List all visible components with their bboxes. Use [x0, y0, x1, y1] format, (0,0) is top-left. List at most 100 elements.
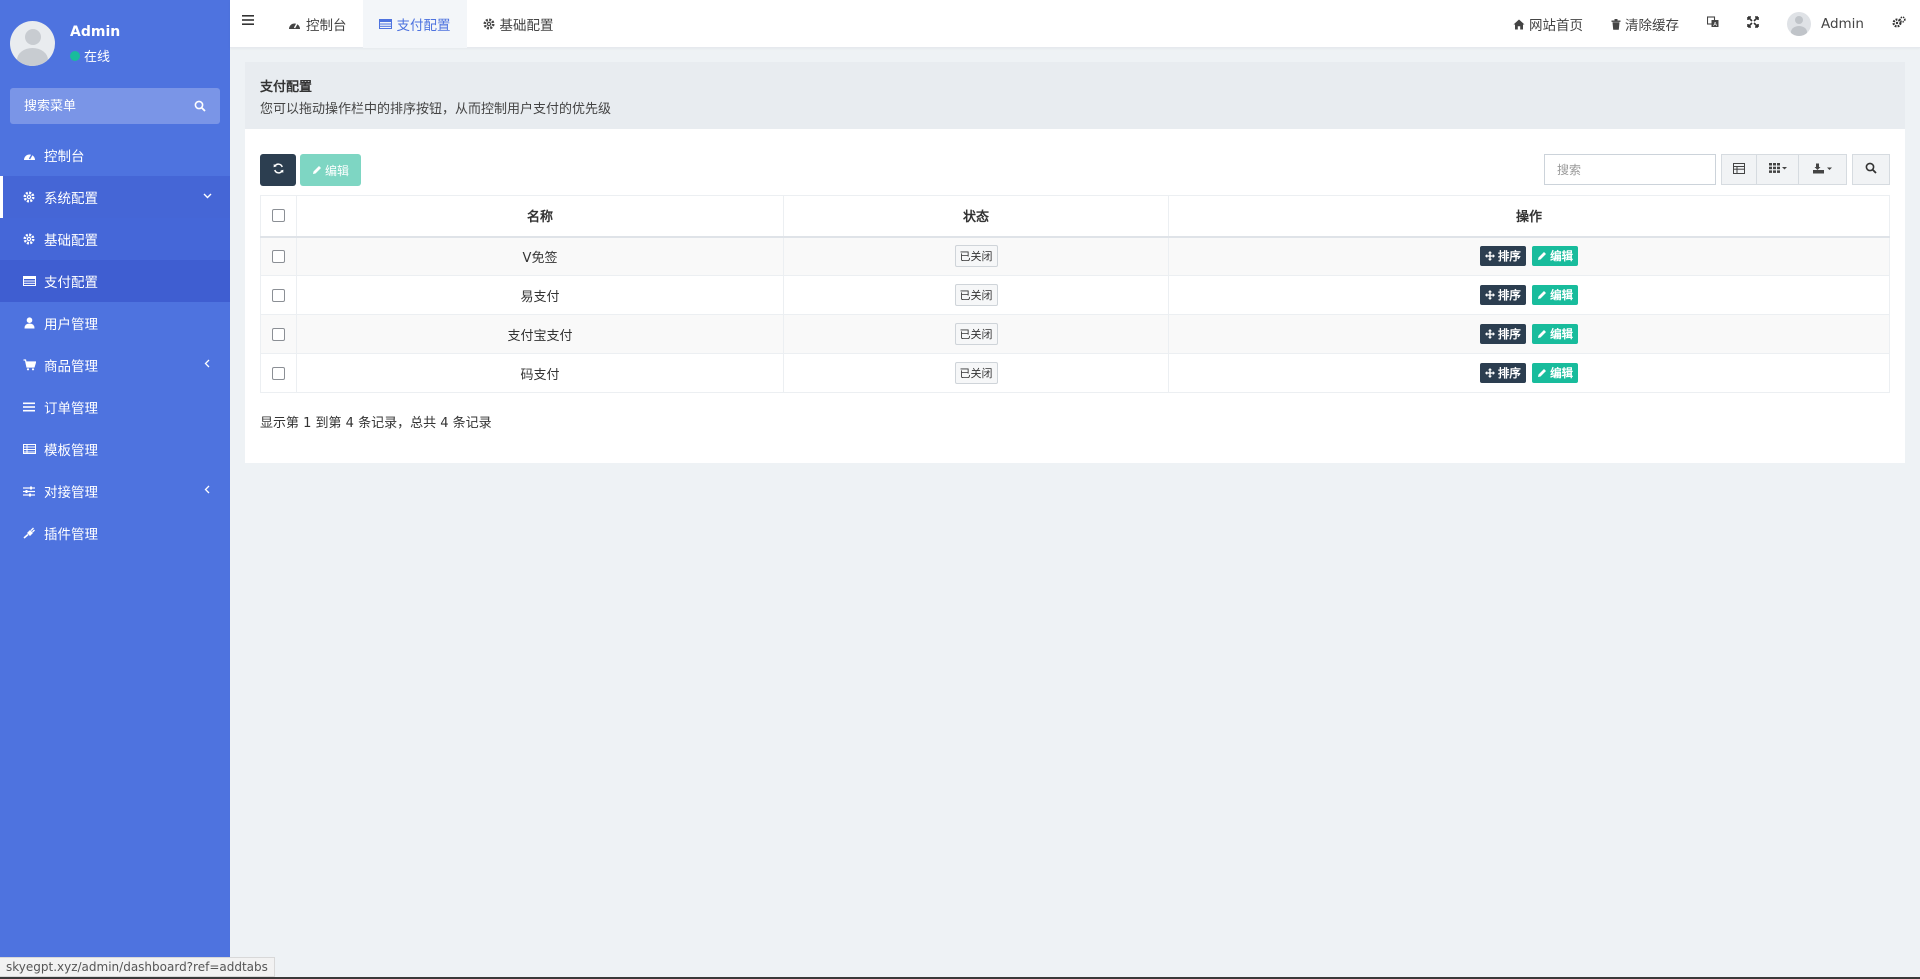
user-icon — [22, 316, 36, 330]
sidebar-item-dashboard[interactable]: 控制台 — [0, 134, 230, 176]
row-select-cell — [260, 275, 297, 315]
user-name: Admin — [70, 24, 121, 40]
search-icon — [1865, 162, 1877, 177]
header-actions: 网站首页 清除缓存 A Admin — [1499, 0, 1920, 48]
row-actions: 排序 编辑 — [1168, 275, 1890, 315]
row-edit-button[interactable]: 编辑 — [1532, 324, 1579, 344]
avatar[interactable] — [10, 21, 55, 66]
content-panel: 支付配置 您可以拖动操作栏中的排序按钮，从而控制用户支付的优先级 编辑 搜索 名… — [245, 62, 1905, 463]
sliders-icon — [22, 484, 36, 498]
row-checkbox[interactable] — [272, 327, 285, 341]
sidebar-item-plugins[interactable]: 插件管理 — [0, 512, 230, 554]
user-status-label: 在线 — [84, 50, 111, 65]
tab-basic-config[interactable]: 基础配置 — [467, 0, 570, 48]
settings-button[interactable] — [1878, 0, 1920, 48]
sidebar-search — [10, 88, 220, 124]
sidebar-item-basic-config[interactable]: 基础配置 — [0, 218, 230, 260]
row-edit-button[interactable]: 编辑 — [1532, 363, 1579, 383]
tab-label: 支付配置 — [396, 18, 451, 34]
status-badge[interactable]: 已关闭 — [954, 323, 998, 345]
edit-button[interactable]: 编辑 — [300, 154, 362, 186]
sidebar-search-input[interactable] — [10, 98, 180, 114]
sidebar-item-label: 插件管理 — [44, 527, 98, 543]
pencil-icon — [1537, 329, 1547, 339]
sort-button[interactable]: 排序 — [1479, 363, 1526, 383]
pencil-icon — [1537, 368, 1547, 378]
select-all-checkbox[interactable] — [272, 209, 285, 223]
search-icon[interactable] — [180, 88, 220, 124]
svg-text:A: A — [1713, 22, 1717, 28]
edit-label: 编辑 — [1550, 366, 1574, 380]
row-name: V免签 — [296, 236, 784, 276]
row-edit-button[interactable]: 编辑 — [1532, 246, 1579, 267]
payment-table: 名称 状态 操作 V免签 已关闭 排序 编辑 易支付 已关闭 排序 编辑 支付宝… — [260, 195, 1890, 393]
table-search-input[interactable] — [1544, 154, 1716, 185]
plug-icon — [22, 526, 36, 540]
trash-icon — [1611, 18, 1621, 30]
columns-button[interactable] — [1757, 154, 1799, 185]
fullscreen-button[interactable] — [1733, 0, 1773, 48]
row-select-cell — [260, 236, 297, 276]
edit-label: 编辑 — [1550, 249, 1574, 264]
sidebar-menu: 控制台 系统配置 基础配置 支付配置 用户管理 商品管理 订单管理 模板管理 对… — [0, 134, 230, 554]
pencil-icon — [312, 165, 322, 175]
status-badge[interactable]: 已关闭 — [954, 284, 998, 306]
gear-icon — [22, 190, 36, 204]
status-badge[interactable]: 已关闭 — [954, 362, 998, 384]
column-header-name[interactable]: 名称 — [296, 195, 784, 238]
export-button[interactable] — [1799, 154, 1847, 185]
refresh-button[interactable] — [260, 154, 296, 186]
clear-cache-button[interactable]: 清除缓存 — [1597, 0, 1693, 48]
row-status-cell: 已关闭 — [783, 236, 1169, 276]
user-menu[interactable]: Admin — [1773, 0, 1878, 48]
move-icon — [1484, 368, 1495, 378]
online-dot-icon — [70, 50, 80, 61]
sidebar-item-label: 系统配置 — [44, 191, 98, 207]
status-badge[interactable]: 已关闭 — [954, 245, 998, 268]
sidebar-item-payment-config[interactable]: 支付配置 — [0, 260, 230, 302]
row-status-cell: 已关闭 — [783, 353, 1169, 393]
sidebar-item-products[interactable]: 商品管理 — [0, 344, 230, 386]
sidebar-item-system-config[interactable]: 系统配置 — [0, 176, 230, 218]
row-checkbox[interactable] — [272, 288, 285, 302]
sort-label: 排序 — [1497, 366, 1521, 380]
sidebar-item-label: 商品管理 — [44, 359, 98, 375]
tab-payment-config[interactable]: 支付配置 — [362, 0, 467, 48]
row-checkbox[interactable] — [272, 366, 285, 380]
sort-button[interactable]: 排序 — [1479, 246, 1526, 267]
tab-label: 控制台 — [306, 18, 347, 34]
sidebar-item-orders[interactable]: 订单管理 — [0, 386, 230, 428]
sidebar-item-label: 对接管理 — [44, 485, 98, 501]
clear-cache-label: 清除缓存 — [1624, 18, 1679, 34]
sidebar-item-label: 订单管理 — [44, 401, 98, 417]
tab-dashboard[interactable]: 控制台 — [272, 0, 363, 48]
table-toolbar: 编辑 — [260, 154, 362, 186]
row-checkbox[interactable] — [272, 249, 285, 263]
sidebar-item-users[interactable]: 用户管理 — [0, 302, 230, 344]
column-header-status[interactable]: 状态 — [783, 195, 1169, 238]
chevron-down-icon — [203, 189, 212, 203]
row-name: 支付宝支付 — [296, 314, 784, 354]
sidebar-item-templates[interactable]: 模板管理 — [0, 428, 230, 470]
site-home-link[interactable]: 网站首页 — [1499, 0, 1597, 48]
toggle-view-button[interactable] — [1721, 154, 1757, 185]
row-status-cell: 已关闭 — [783, 275, 1169, 315]
tab-label: 基础配置 — [499, 18, 554, 34]
avatar — [1786, 12, 1811, 36]
sort-button[interactable]: 排序 — [1479, 324, 1526, 344]
sort-button[interactable]: 排序 — [1479, 285, 1526, 305]
pencil-icon — [1537, 251, 1547, 261]
table-row: 易支付 已关闭 排序 编辑 — [260, 275, 1890, 315]
sidebar: Admin 在线 控制台 系统配置 基础配置 支付配置 — [0, 0, 230, 979]
advanced-search-button[interactable] — [1852, 154, 1890, 185]
row-edit-button[interactable]: 编辑 — [1532, 285, 1579, 305]
page-tabs: 控制台 支付配置 基础配置 — [272, 0, 570, 48]
pagination-info: 显示第 1 到第 4 条记录，总共 4 条记录 — [260, 416, 492, 431]
row-actions: 排序 编辑 — [1168, 314, 1890, 354]
language-button[interactable]: A — [1693, 0, 1733, 48]
hamburger-icon[interactable] — [242, 14, 256, 28]
home-icon — [1513, 19, 1525, 30]
sidebar-item-integrations[interactable]: 对接管理 — [0, 470, 230, 512]
browser-status-url: skyegpt.xyz/admin/dashboard?ref=addtabs — [0, 957, 275, 977]
pencil-icon — [1537, 290, 1547, 300]
